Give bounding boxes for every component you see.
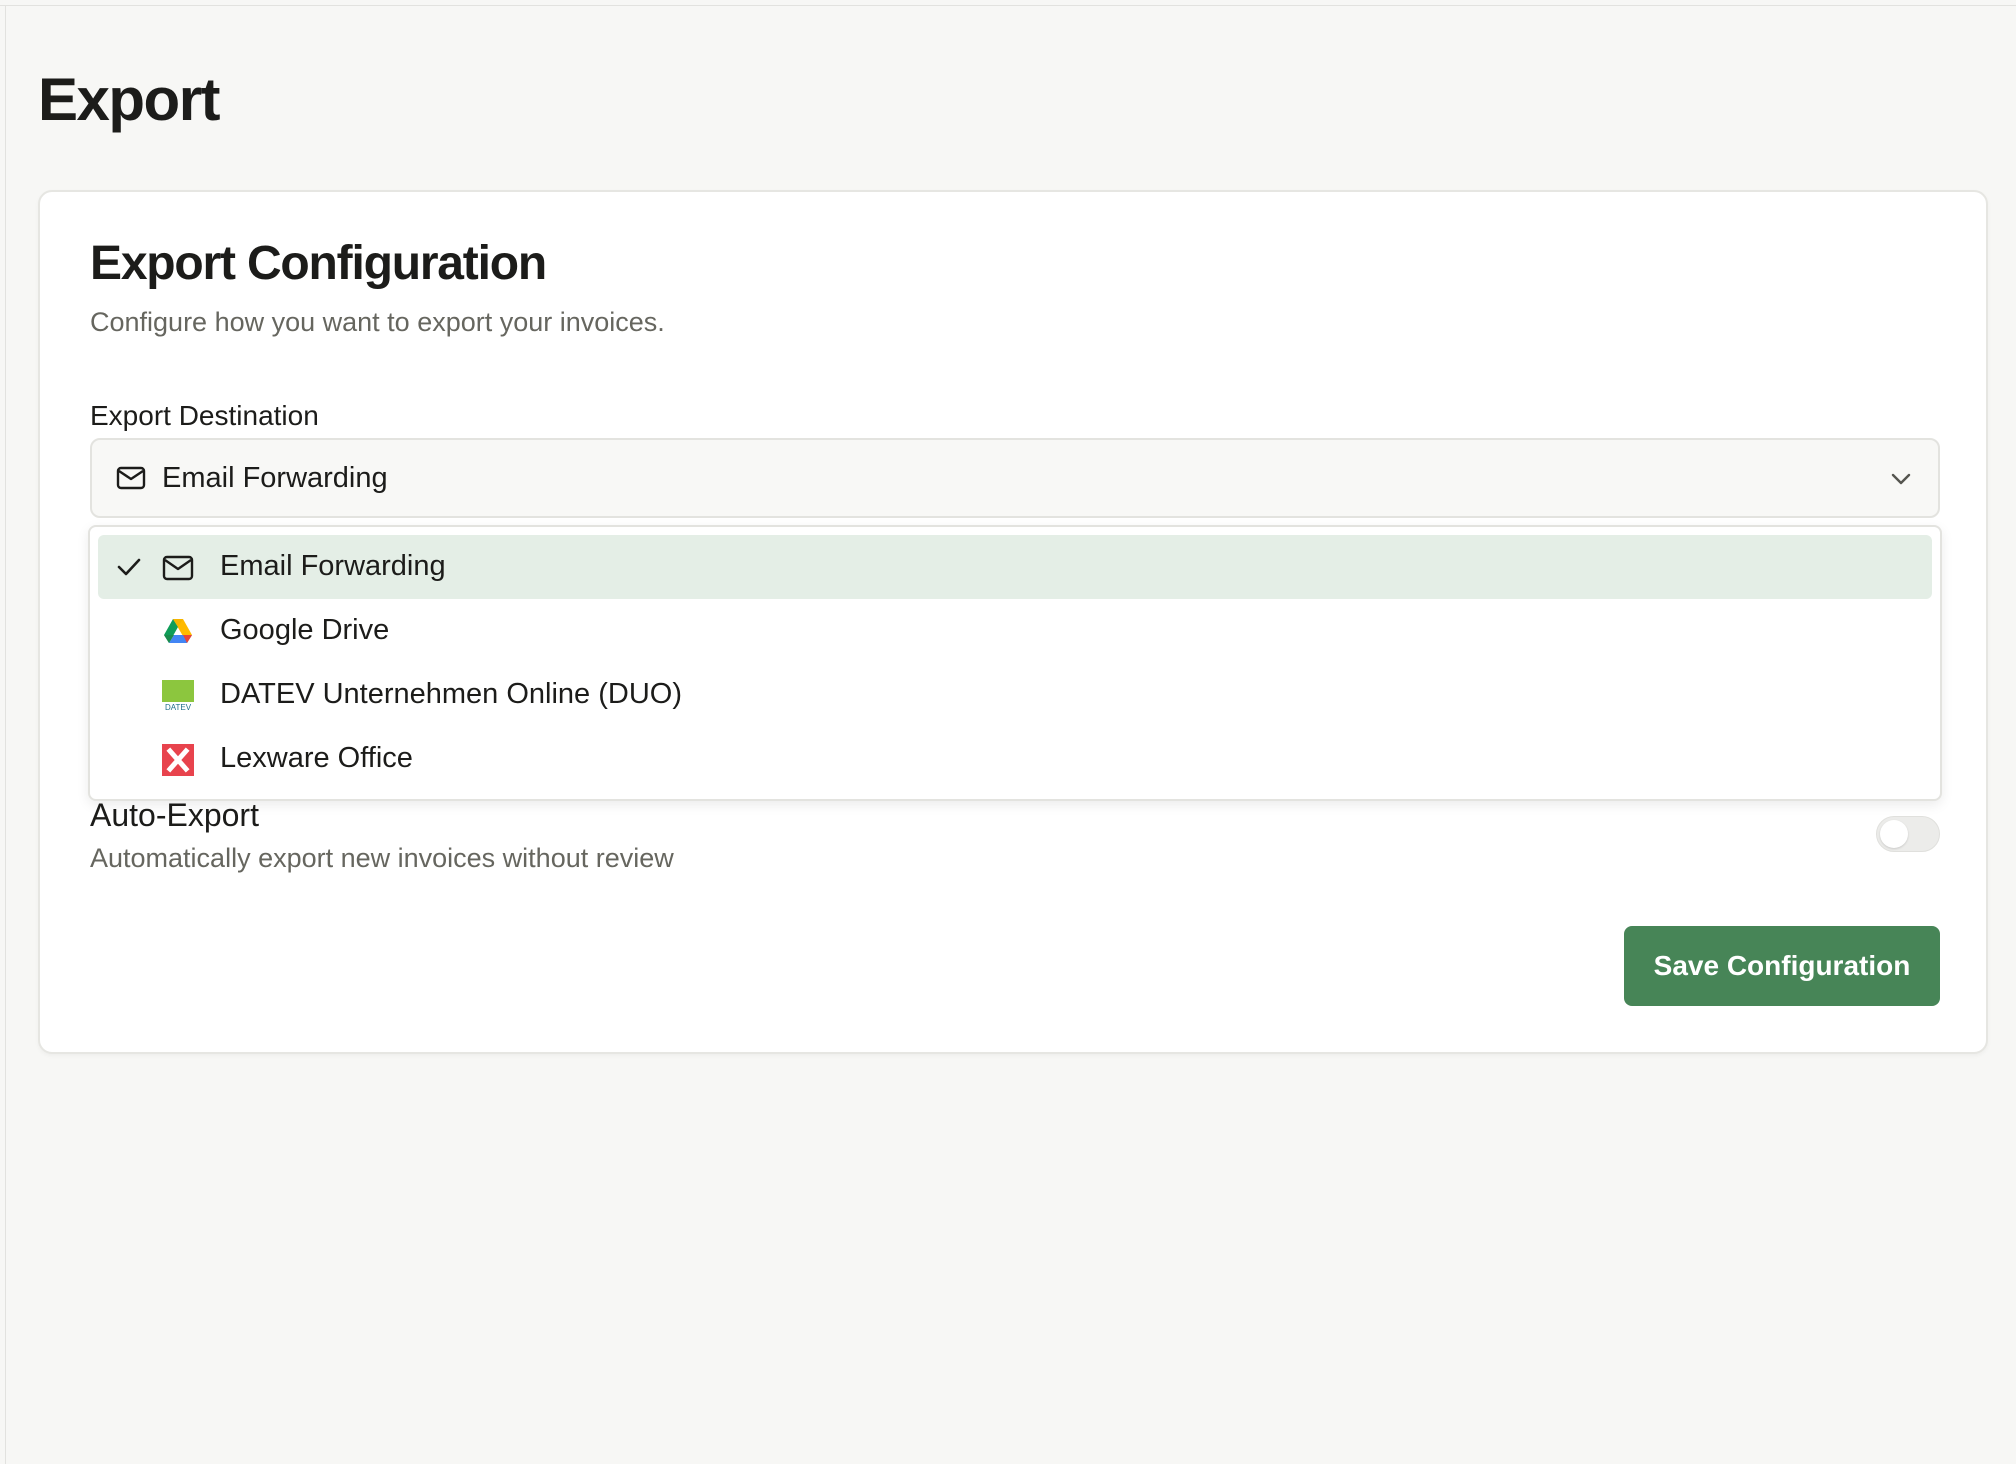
lexware-icon (162, 744, 194, 776)
option-email-forwarding[interactable]: Email Forwarding (98, 535, 1932, 599)
destination-dropdown-menu: Email Forwarding Google Drive DATEV DATE… (88, 525, 1942, 801)
export-destination-label: Export Destination (90, 400, 319, 431)
option-label: Lexware Office (220, 742, 413, 774)
page-title: Export (38, 66, 221, 133)
datev-icon: DATEV (162, 680, 194, 712)
save-configuration-button[interactable]: Save Configuration (1624, 926, 1940, 1006)
auto-export-title: Auto-Export (90, 797, 259, 833)
option-datev[interactable]: DATEV DATEV Unternehmen Online (DUO) (98, 663, 1932, 727)
card-subtitle: Configure how you want to export your in… (90, 307, 665, 337)
option-label: Email Forwarding (220, 550, 446, 582)
window-left-border (5, 6, 6, 1464)
toggle-knob (1880, 820, 1908, 848)
mail-icon (116, 466, 146, 490)
export-destination-select[interactable]: Email Forwarding (90, 438, 1940, 518)
option-label: Google Drive (220, 614, 390, 646)
option-label: DATEV Unternehmen Online (DUO) (220, 678, 683, 710)
option-google-drive[interactable]: Google Drive (98, 599, 1932, 663)
mail-icon (162, 555, 194, 581)
google-drive-icon (164, 619, 192, 643)
auto-export-description: Automatically export new invoices withou… (90, 843, 674, 873)
chevron-down-icon (1891, 473, 1911, 485)
check-icon (117, 558, 141, 576)
svg-text:DATEV: DATEV (165, 703, 192, 712)
option-lexware-office[interactable]: Lexware Office (98, 727, 1932, 791)
card-title: Export Configuration (90, 237, 547, 290)
selected-destination: Email Forwarding (162, 461, 388, 494)
window-top-border (0, 5, 2016, 6)
auto-export-toggle[interactable] (1876, 816, 1940, 852)
